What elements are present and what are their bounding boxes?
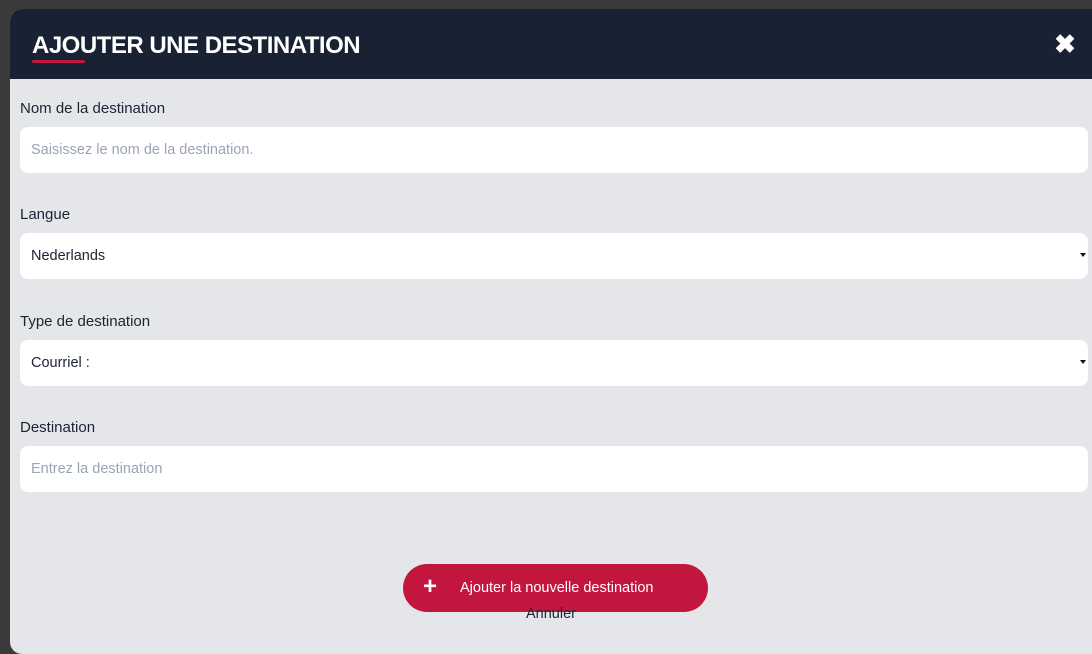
title-accent-underline [32,60,85,63]
destination-name-label: Nom de la destination [20,100,166,117]
close-icon[interactable]: ✖ [1052,31,1078,57]
add-destination-modal: AJOUTER UNE DESTINATION ✖ Nom de la dest… [10,9,1092,654]
destination-name-input[interactable]: Saisissez le nom de la destination. [20,127,1088,173]
language-select[interactable]: Nederlands [20,233,1088,279]
modal-title: AJOUTER UNE DESTINATION [32,32,361,59]
plus-icon: + [423,573,438,600]
chevron-down-icon [1080,360,1086,364]
add-destination-button[interactable]: + Ajouter la nouvelle destination [403,564,708,612]
cancel-link[interactable]: Annuler [10,606,1092,622]
destination-type-label: Type de destination [20,313,151,330]
destination-type-selected-value: Courriel : [31,355,90,371]
modal-header: AJOUTER UNE DESTINATION ✖ [10,9,1092,79]
add-destination-button-label: Ajouter la nouvelle destination [460,580,654,596]
destination-placeholder: Entrez la destination [31,461,163,477]
destination-name-placeholder: Saisissez le nom de la destination. [31,142,254,158]
language-label: Langue [20,206,71,223]
destination-label: Destination [20,419,96,436]
language-selected-value: Nederlands [31,248,106,264]
destination-type-select[interactable]: Courriel : [20,340,1088,386]
destination-input[interactable]: Entrez la destination [20,446,1088,492]
chevron-down-icon [1080,253,1086,257]
